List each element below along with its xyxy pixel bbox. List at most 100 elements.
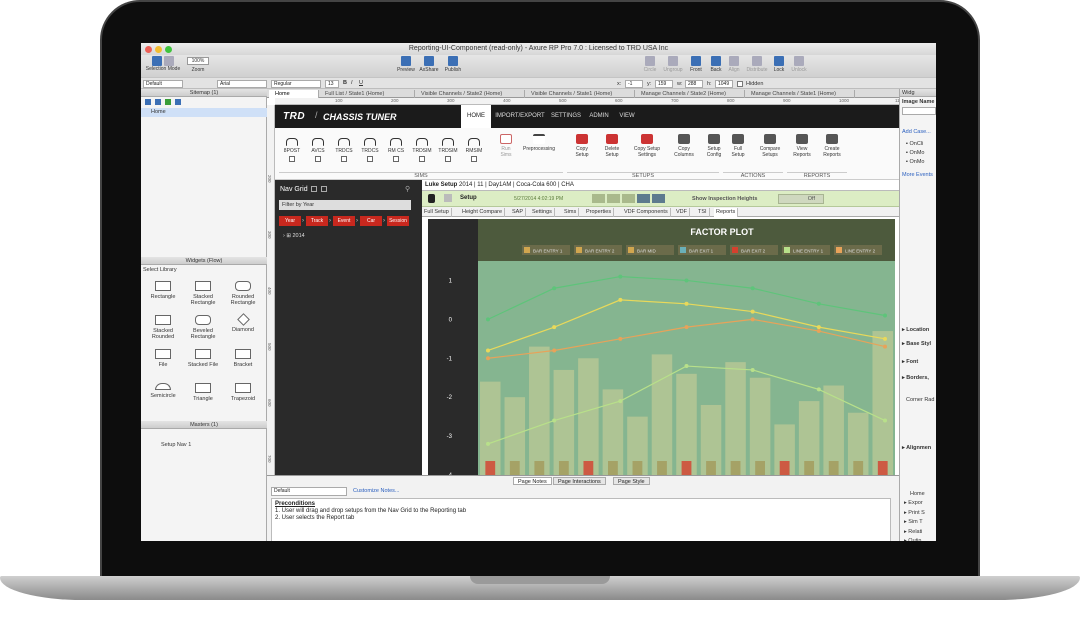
section-font[interactable]: ▸ Font bbox=[902, 359, 918, 365]
menu-view[interactable]: VIEW bbox=[615, 105, 639, 128]
outline-item[interactable]: ▸ Relati bbox=[904, 529, 922, 535]
outline-item[interactable]: ▸ Print S bbox=[904, 510, 925, 516]
move-icon[interactable] bbox=[165, 99, 171, 105]
menu-home[interactable]: HOME bbox=[461, 105, 491, 128]
w-field[interactable]: 288 bbox=[685, 80, 703, 88]
zoom-window-button[interactable] bbox=[165, 46, 172, 53]
run-sims-button[interactable]: Run Sims bbox=[497, 134, 515, 158]
section-location[interactable]: ▸ Location bbox=[902, 327, 929, 333]
add-case-link[interactable]: Add Case... bbox=[902, 129, 931, 135]
widget-beveled-rectangle[interactable]: Beveled Rectangle bbox=[183, 315, 223, 340]
widget-diamond[interactable]: Diamond bbox=[223, 313, 263, 333]
widget-bracket[interactable]: Bracket bbox=[223, 349, 263, 368]
view-button[interactable] bbox=[652, 194, 665, 203]
front-button[interactable]: Front bbox=[687, 56, 705, 73]
add-page-icon[interactable] bbox=[145, 99, 151, 105]
setup-action-button[interactable]: Copy Setup Settings bbox=[629, 134, 665, 158]
filter-chip-event[interactable]: Event bbox=[333, 216, 355, 226]
sim-trdcs[interactable]: TRDCS bbox=[333, 138, 355, 162]
subtab-properties[interactable]: Properties bbox=[584, 208, 615, 217]
ungroup-button[interactable]: Ungroup bbox=[661, 56, 685, 73]
widget-rounded-rectangle[interactable]: Rounded Rectangle bbox=[223, 281, 263, 306]
sim-checkbox[interactable] bbox=[471, 156, 477, 162]
lock-icon[interactable] bbox=[428, 194, 435, 203]
page-tab[interactable]: Visible Channels / State1 (Home) bbox=[525, 90, 635, 98]
section-borders[interactable]: ▸ Borders, bbox=[902, 375, 929, 381]
page-tab[interactable]: Manage Channels / State2 (Home) bbox=[635, 90, 745, 98]
font-select[interactable]: Arial bbox=[217, 80, 267, 88]
setup-action-button[interactable]: Copy Columns bbox=[671, 134, 697, 158]
section-basestyl[interactable]: ▸ Base Styl bbox=[902, 341, 931, 347]
font-size-select[interactable]: 13 bbox=[325, 80, 339, 88]
outline-item[interactable]: ▸ Sim T bbox=[904, 519, 923, 525]
view-button[interactable] bbox=[637, 194, 650, 203]
menu-import-export[interactable]: IMPORT/EXPORT bbox=[493, 105, 547, 128]
filter-chip-session[interactable]: Session bbox=[387, 216, 409, 226]
h-field[interactable]: 1049 bbox=[715, 80, 733, 88]
report-button[interactable]: View Reports bbox=[789, 134, 815, 158]
subtab-full-setup[interactable]: Full Setup bbox=[422, 208, 452, 217]
sim-checkbox[interactable] bbox=[393, 156, 399, 162]
sim-trdcs[interactable]: TRDCS bbox=[359, 138, 381, 162]
align-button[interactable]: Align bbox=[725, 56, 743, 73]
more-events-link[interactable]: More Events bbox=[902, 172, 933, 178]
widget-semicircle[interactable]: Semicircle bbox=[143, 383, 183, 399]
page-tab[interactable]: Visible Channels / State2 (Home) bbox=[415, 90, 525, 98]
widget-trapezoid[interactable]: Trapezoid bbox=[223, 383, 263, 402]
customize-notes-link[interactable]: Customize Notes... bbox=[353, 488, 399, 494]
filter-input[interactable]: Filter by Year bbox=[279, 200, 411, 210]
sim-8post[interactable]: 8POST bbox=[281, 138, 303, 162]
lock-button[interactable]: Lock bbox=[771, 56, 787, 73]
save-icon[interactable] bbox=[444, 194, 452, 202]
sim-checkbox[interactable] bbox=[445, 156, 451, 162]
sim-rm-cs[interactable]: RM CS bbox=[385, 138, 407, 162]
notes-select[interactable]: Default bbox=[271, 487, 347, 496]
sim-checkbox[interactable] bbox=[315, 156, 321, 162]
preprocessing-button[interactable]: Preprocessing bbox=[519, 134, 559, 152]
section-alignmen[interactable]: ▸ Alignmen bbox=[902, 445, 931, 451]
notes-tab-page-interactions[interactable]: Page Interactions bbox=[553, 477, 606, 485]
pin-icon[interactable]: ⚲ bbox=[405, 185, 410, 193]
search-icon[interactable] bbox=[175, 99, 181, 105]
setup-action-button[interactable]: Delete Setup bbox=[599, 134, 625, 158]
year-tree-node[interactable]: › ⊞ 2014 bbox=[283, 233, 305, 239]
subtab-height-compare[interactable]: Height Compare bbox=[460, 208, 506, 217]
outline-item[interactable]: ▸ Expor bbox=[904, 500, 923, 506]
master-item[interactable]: Setup Nav 1 bbox=[161, 442, 191, 448]
subtab-tsi[interactable]: TSI bbox=[696, 208, 710, 217]
outline-item[interactable]: ▸ Outin bbox=[904, 538, 921, 541]
menu-settings[interactable]: SETTINGS bbox=[549, 105, 583, 128]
sim-checkbox[interactable] bbox=[289, 156, 295, 162]
view-button[interactable] bbox=[607, 194, 620, 203]
close-window-button[interactable] bbox=[145, 46, 152, 53]
x-field[interactable]: -1 bbox=[625, 80, 643, 88]
axshare-button[interactable]: AxShare bbox=[418, 56, 440, 73]
event-item[interactable]: ▪ OnCli bbox=[906, 141, 923, 147]
minimize-window-button[interactable] bbox=[155, 46, 162, 53]
setup-action-button[interactable]: Setup Config bbox=[701, 134, 727, 158]
back-button[interactable]: Back bbox=[707, 56, 725, 73]
italic-button[interactable]: I bbox=[351, 80, 353, 86]
widget-triangle[interactable]: Triangle bbox=[183, 383, 223, 402]
style-select[interactable]: Default bbox=[143, 80, 183, 88]
sim-trdsim[interactable]: TRDSIM bbox=[437, 138, 459, 162]
page-tab[interactable]: Home bbox=[269, 90, 319, 98]
bold-button[interactable]: B bbox=[343, 80, 347, 86]
zoom-select[interactable]: 100% Zoom bbox=[185, 56, 211, 73]
event-item[interactable]: ▪ OnMo bbox=[906, 150, 924, 156]
subtab-sap[interactable]: SAP bbox=[510, 208, 527, 217]
preview-button[interactable]: Preview bbox=[396, 56, 416, 73]
widget-rectangle[interactable]: Rectangle bbox=[143, 281, 183, 300]
font-weight-select[interactable]: Regular bbox=[271, 80, 321, 88]
sim-avcs[interactable]: AVCS bbox=[307, 138, 329, 162]
view-button[interactable] bbox=[592, 194, 605, 203]
sim-checkbox[interactable] bbox=[419, 156, 425, 162]
notes-tab-page-style[interactable]: Page Style bbox=[613, 477, 650, 485]
widget-stacked-file[interactable]: Stacked File bbox=[183, 349, 223, 368]
notes-body[interactable]: Preconditions 1. User will drag and drop… bbox=[271, 498, 891, 541]
filter-chip-year[interactable]: Year bbox=[279, 216, 301, 226]
expand-icon[interactable] bbox=[311, 186, 317, 192]
subtab-reports[interactable]: Reports bbox=[714, 208, 739, 217]
sitemap-item-home[interactable]: Home bbox=[141, 108, 267, 117]
sim-rmsim[interactable]: RMSIM bbox=[463, 138, 485, 162]
